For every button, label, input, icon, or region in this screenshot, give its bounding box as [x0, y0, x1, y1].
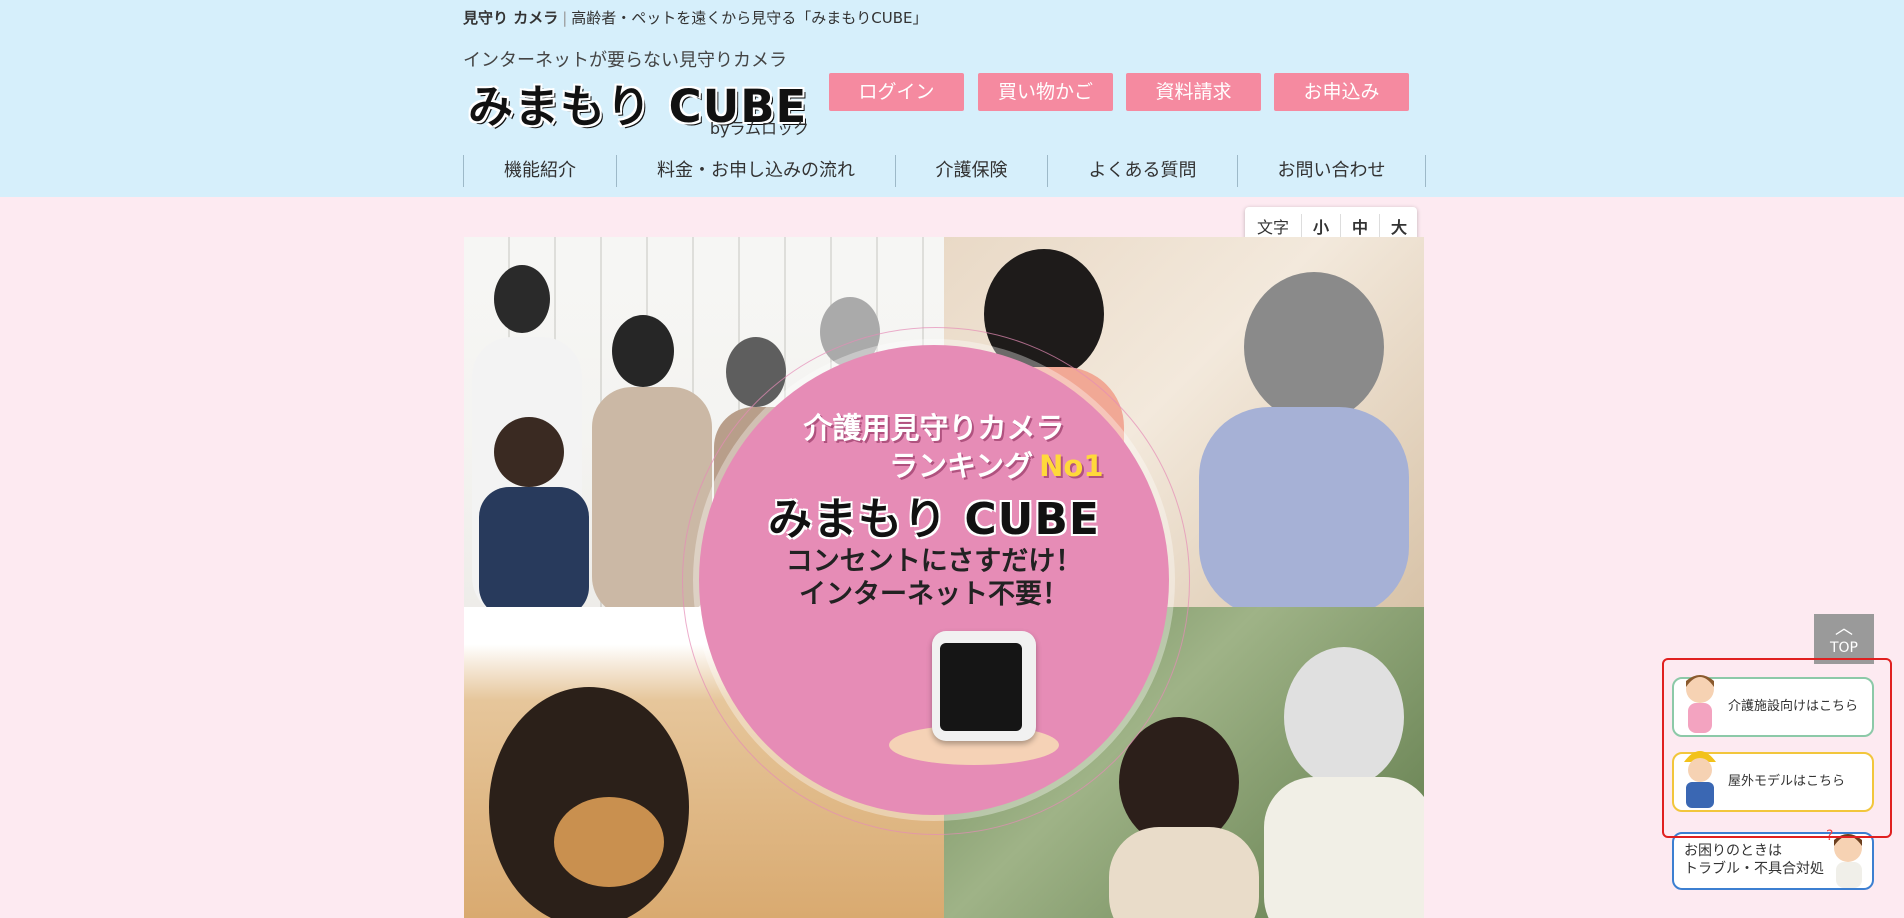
camera-product-image: [932, 631, 1036, 741]
troubleshooting-banner[interactable]: お困りのときは トラブル・不具合対処 ?: [1672, 828, 1874, 890]
nav-item-faq[interactable]: よくある質問: [1047, 155, 1237, 187]
global-nav: 機能紹介 料金・お申し込みの流れ 介護保険 よくある質問 お問い合わせ: [463, 155, 1426, 187]
chevron-up-icon: ︿: [1835, 618, 1853, 639]
troubleshooting-text: お困りのときは トラブル・不具合対処: [1684, 843, 1824, 877]
logo-byline: byラムロック: [709, 119, 809, 138]
font-size-label: 文字: [1245, 214, 1302, 238]
site-tagline: 見守り カメラ | 高齢者・ペットを遠くから見守る「みまもりCUBE」: [463, 9, 928, 27]
nav-item-contact[interactable]: お問い合わせ: [1237, 155, 1426, 187]
badge-headline: 介護用見守りカメラ: [803, 411, 1065, 445]
logo-subcopy: インターネットが要らない見守りカメラ: [463, 50, 787, 71]
nav-item-care-insurance[interactable]: 介護保険: [895, 155, 1047, 187]
font-size-medium-button[interactable]: 中: [1341, 214, 1380, 238]
red-annotation-box: [1662, 658, 1892, 838]
nav-item-features[interactable]: 機能紹介: [463, 155, 616, 187]
tagline-text: 高齢者・ペットを遠くから見守る「みまもりCUBE」: [571, 9, 928, 27]
hero-visual: 介護用見守りカメラ ランキング No1 みまもり CUBE コンセントにさすだけ！…: [464, 237, 1424, 918]
badge-no1: No1: [1039, 449, 1104, 483]
brochure-request-button[interactable]: 資料請求: [1126, 73, 1261, 111]
login-button[interactable]: ログイン: [829, 73, 964, 111]
font-size-large-button[interactable]: 大: [1380, 214, 1418, 238]
back-to-top-button[interactable]: ︿ TOP: [1814, 614, 1874, 664]
font-size-small-button[interactable]: 小: [1302, 214, 1341, 238]
cart-button[interactable]: 買い物かご: [978, 73, 1113, 111]
badge-logo: みまもり CUBE: [768, 494, 1100, 545]
nav-item-pricing-flow[interactable]: 料金・お申し込みの流れ: [616, 155, 895, 187]
tagline-keyword: 見守り カメラ: [463, 9, 559, 27]
site-logo[interactable]: みまもり CUBE byラムロック: [468, 70, 813, 140]
ranking-badge: 介護用見守りカメラ ランキング No1 みまもり CUBE コンセントにさすだけ！…: [699, 345, 1169, 815]
badge-copy: コンセントにさすだけ！ インターネット不要！: [785, 546, 1083, 610]
badge-ranking: ランキング No1: [889, 449, 1104, 483]
apply-button[interactable]: お申込み: [1274, 73, 1409, 111]
